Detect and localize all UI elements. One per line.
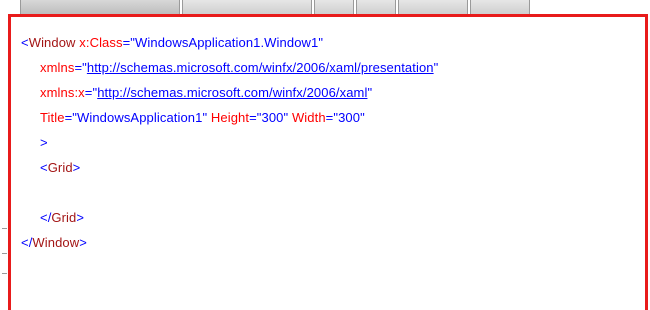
attribute-name: Width	[291, 110, 326, 125]
tag-bracket: <	[21, 35, 29, 50]
code-line-3: xmlns:x="http://schemas.microsoft.com/wi…	[21, 80, 641, 105]
attribute-value: "300"	[333, 110, 365, 125]
fold-marker	[2, 253, 7, 254]
tab-4[interactable]	[356, 0, 396, 15]
attribute-name: xmlns:x	[40, 85, 85, 100]
tab-6[interactable]	[470, 0, 530, 15]
namespace-url-link[interactable]: http://schemas.microsoft.com/winfx/2006/…	[97, 85, 367, 100]
tab-5[interactable]	[398, 0, 468, 15]
code-line-6: <Grid>	[21, 155, 641, 180]
code-line-8: </Grid>	[21, 205, 641, 230]
attribute-value: "WindowsApplication1.Window1"	[130, 35, 324, 50]
attribute-name: x:Class	[79, 35, 123, 50]
code-editor[interactable]: <Window x:Class="WindowsApplication1.Win…	[21, 30, 641, 300]
code-line-5: >	[21, 130, 641, 155]
tag-bracket: >	[79, 235, 87, 250]
code-line-1: <Window x:Class="WindowsApplication1.Win…	[21, 30, 641, 55]
tag-bracket: <	[40, 160, 48, 175]
code-line-9: </Window>	[21, 230, 641, 255]
tab-window1-xaml[interactable]	[20, 0, 180, 15]
tab-3[interactable]	[314, 0, 354, 15]
tab-window1-xaml-cs[interactable]	[182, 0, 312, 15]
code-line-4: Title="WindowsApplication1" Height="300"…	[21, 105, 641, 130]
element-name: Window	[32, 235, 80, 250]
attribute-name: Title	[40, 110, 65, 125]
tag-bracket: >	[76, 210, 85, 225]
quote: "	[367, 85, 373, 100]
quote: "	[433, 60, 439, 75]
attribute-value: "300"	[256, 110, 289, 125]
element-name: Grid	[47, 160, 73, 175]
attribute-value: "WindowsApplication1"	[72, 110, 208, 125]
attribute-name: xmlns	[40, 60, 75, 75]
namespace-url-link[interactable]: http://schemas.microsoft.com/winfx/2006/…	[87, 60, 434, 75]
tag-bracket: </	[21, 235, 33, 250]
element-name: Grid	[51, 210, 77, 225]
equals-sign: =	[249, 110, 257, 125]
attribute-name: Height	[210, 110, 250, 125]
tag-bracket: </	[40, 210, 52, 225]
editor-gutter	[0, 18, 8, 309]
fold-marker	[2, 273, 7, 274]
fold-marker	[2, 228, 7, 229]
element-name: Window	[28, 35, 76, 50]
code-line-2: xmlns= "http://schemas.microsoft.com/winf…	[21, 55, 641, 80]
equals-sign: =	[74, 60, 83, 75]
editor-tab-bar	[20, 0, 630, 15]
tag-bracket: >	[72, 160, 81, 175]
top-strip	[0, 0, 650, 21]
tag-bracket: >	[40, 135, 48, 150]
